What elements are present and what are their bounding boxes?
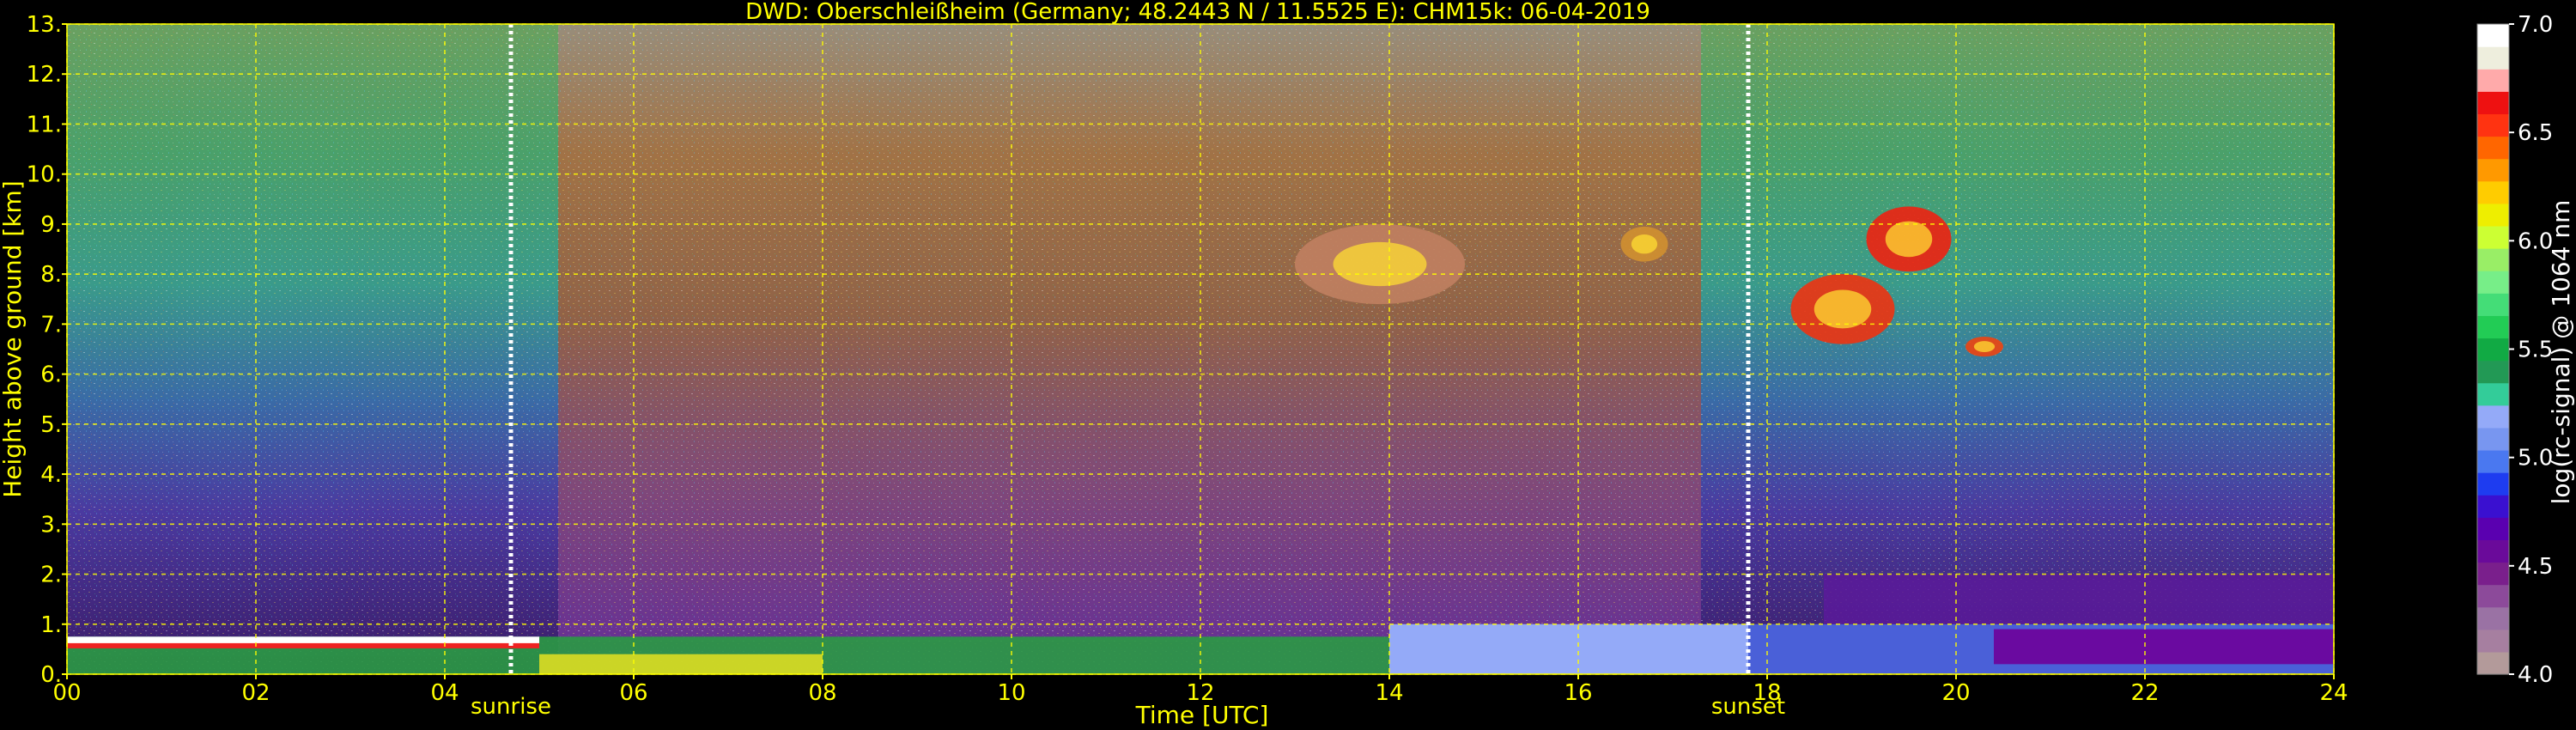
y-axis-label: Height above ground [km] xyxy=(0,180,27,498)
x-tick-label: 20 xyxy=(1941,680,1970,706)
ceilometer-figure: sunrise sunset 00 02 04 06 08 10 12 14 16 18 20 22 24… xyxy=(0,0,2576,730)
colorbar-segment xyxy=(2477,562,2509,586)
colorbar-segment xyxy=(2477,517,2509,540)
x-tick-label: 06 xyxy=(619,680,647,706)
colorbar-segment xyxy=(2477,405,2509,429)
y-tick-label: 9. xyxy=(40,212,62,238)
colorbar-segment xyxy=(2477,293,2509,316)
colorbar-segment xyxy=(2477,539,2509,563)
y-tick-label: 7. xyxy=(40,312,62,338)
x-tick-label: 16 xyxy=(1564,680,1592,706)
cloud-middle-core xyxy=(1814,289,1872,329)
afternoon-mixed-layer xyxy=(1389,624,1748,674)
sunrise-label: sunrise xyxy=(471,694,551,720)
colorbar-segment xyxy=(2477,24,2509,47)
nocturnal-layer-red xyxy=(67,642,539,648)
y-tick-label: 6. xyxy=(40,362,62,388)
y-tick-label: 11. xyxy=(27,112,62,137)
colorbar-segment xyxy=(2477,91,2509,115)
y-tick-label: 12. xyxy=(27,62,62,88)
y-tick-label: 1. xyxy=(40,612,62,638)
colorbar-segment xyxy=(2477,629,2509,653)
y-tick-label: 3. xyxy=(40,512,62,538)
colorbar-segment xyxy=(2477,225,2509,249)
x-tick-label: 18 xyxy=(1753,680,1781,706)
aerosol-layer xyxy=(1824,574,2334,624)
colorbar-segment xyxy=(2477,136,2509,160)
chart-title: DWD: Oberschleißheim (Germany; 48.2443 N… xyxy=(745,0,1650,25)
x-tick-label: 10 xyxy=(997,680,1025,706)
cirrus-patch-core xyxy=(1333,241,1427,287)
colorbar-segment xyxy=(2477,606,2509,630)
nocturnal-layer-top xyxy=(67,636,539,644)
colorbar-tick-label: 7.0 xyxy=(2518,12,2553,38)
y-tick-label: 8. xyxy=(40,262,62,288)
colorbar-segment xyxy=(2477,427,2509,451)
colorbar-segment xyxy=(2477,271,2509,294)
cloud-small-core xyxy=(1973,341,1996,352)
colorbar-segment xyxy=(2477,651,2509,675)
x-tick-label: 24 xyxy=(2319,680,2348,706)
y-tick-label: 0. xyxy=(40,662,62,688)
colorbar-segment xyxy=(2477,449,2509,473)
colorbar-label: log(rc-signal) @ 1064 nm xyxy=(2547,200,2575,505)
colorbar-segment xyxy=(2477,360,2509,384)
y-axis-ticks: 0. 1. 2. 3. 4. 5. 6. 7. 8. 9. 10. 11. 12. 13. xyxy=(27,12,67,688)
colorbar-segment xyxy=(2477,203,2509,227)
x-tick-label: 02 xyxy=(241,680,270,706)
colorbar-segment xyxy=(2477,338,2509,362)
colorbar-segment xyxy=(2477,46,2509,70)
y-tick-label: 10. xyxy=(27,162,62,188)
x-tick-label: 04 xyxy=(430,680,459,706)
x-tick-label: 08 xyxy=(808,680,836,706)
chart-svg: sunrise sunset 00 02 04 06 08 10 12 14 16 18 20 22 24… xyxy=(0,0,2575,729)
x-tick-label: 22 xyxy=(2130,680,2159,706)
colorbar-segment xyxy=(2477,382,2509,406)
colorbar-segment xyxy=(2477,158,2509,182)
y-tick-label: 13. xyxy=(27,12,62,38)
x-tick-label: 14 xyxy=(1375,680,1403,706)
y-tick-label: 2. xyxy=(40,563,62,588)
colorbar-segment xyxy=(2477,584,2509,608)
cloud-fragment-core xyxy=(1631,234,1658,254)
colorbar-segment xyxy=(2477,495,2509,518)
residual-layer xyxy=(1994,629,2334,665)
colorbar-segment xyxy=(2477,472,2509,496)
colorbar-tick-label: 6.5 xyxy=(2518,120,2553,146)
colorbar-segment xyxy=(2477,180,2509,204)
colorbar-tick-label: 4.0 xyxy=(2518,662,2553,688)
colorbar: 4.04.55.05.56.06.57.0 xyxy=(2476,12,2553,688)
y-tick-label: 5. xyxy=(40,412,62,438)
x-axis-label: Time [UTC] xyxy=(1135,701,1269,729)
colorbar-segment xyxy=(2477,69,2509,92)
colorbar-segment xyxy=(2477,315,2509,339)
colorbar-segment xyxy=(2477,113,2509,137)
colorbar-segment xyxy=(2477,248,2509,271)
surface-yellow-layer xyxy=(539,654,823,674)
y-tick-label: 4. xyxy=(40,462,62,488)
cloud-upper-right-core xyxy=(1885,221,1933,258)
colorbar-tick-label: 4.5 xyxy=(2518,554,2553,580)
